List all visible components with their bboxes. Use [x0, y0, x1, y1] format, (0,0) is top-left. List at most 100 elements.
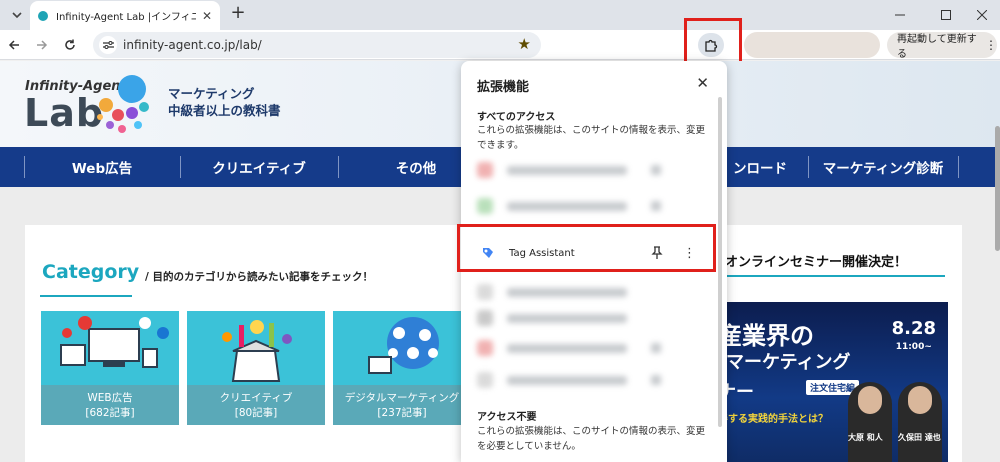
extension-name-blurred	[507, 343, 627, 353]
banner-date: 8.28 11:00~	[892, 320, 936, 356]
tagline-line-2: 中級者以上の教科書	[168, 103, 281, 118]
nav-divider	[958, 156, 959, 178]
full-access-description: これらの拡張機能は、このサイトの情報を表示、変更できます。	[477, 125, 706, 151]
speaker-name: 久保田 達也	[898, 433, 941, 442]
popup-scrollbar[interactable]	[718, 97, 722, 427]
extension-icon	[477, 162, 493, 178]
extension-name-blurred	[507, 201, 627, 211]
speaker-photo	[848, 382, 892, 462]
tab-search-button[interactable]	[6, 4, 28, 26]
extension-name-blurred	[507, 313, 627, 323]
back-button[interactable]	[3, 34, 25, 56]
speaker-photo	[898, 382, 942, 462]
relaunch-update-button[interactable]: 再起動して更新する ⋮	[887, 32, 997, 60]
popup-close-button[interactable]: ✕	[696, 74, 709, 92]
seminar-underline	[723, 275, 945, 277]
extension-icon	[477, 372, 493, 388]
seminar-heading: オンラインセミナー開催決定！	[725, 255, 908, 270]
extension-name-blurred	[507, 165, 627, 175]
category-name: デジタルマーケティング	[344, 392, 460, 404]
banner-line-1: 産業界の	[718, 322, 814, 350]
banner-line-2: ルマーケティング	[708, 352, 851, 373]
speaker-face	[858, 386, 882, 414]
pin-icon	[651, 201, 661, 211]
minimize-button[interactable]	[880, 0, 920, 30]
speaker-face	[908, 386, 932, 414]
back-arrow-icon	[8, 40, 19, 50]
tab-title: Infinity-Agent Lab |インフィニティエ	[56, 12, 196, 23]
extension-name-blurred	[507, 287, 627, 297]
extension-icon	[477, 340, 493, 356]
forward-arrow-icon	[37, 40, 48, 50]
relaunch-label: 再起動して更新する	[897, 34, 977, 60]
banner-date-text: 8.28	[891, 318, 936, 339]
web-ads-illustration-icon	[41, 311, 179, 385]
banner-time: 11:00~	[895, 342, 932, 352]
maximize-button[interactable]	[926, 0, 966, 30]
seminar-banner[interactable]: 産業界の ルマーケティング ミナー 注文住宅編 改善する実践的手法とは？ 8.2…	[696, 302, 948, 462]
browser-tab[interactable]: Infinity-Agent Lab |インフィニティエ ✕	[30, 1, 220, 30]
extension-row-blurred[interactable]	[477, 309, 687, 327]
kebab-icon: ⋮	[985, 38, 997, 52]
category-title: Category	[42, 261, 140, 283]
profile-area[interactable]	[744, 32, 880, 58]
close-window-button[interactable]	[962, 0, 1000, 30]
nav-item-web-ads[interactable]: Web広告	[24, 147, 180, 187]
full-access-heading: すべてのアクセス	[477, 112, 556, 123]
site-info-button[interactable]	[99, 36, 117, 54]
category-name: クリエイティブ	[219, 392, 293, 404]
extension-row-blurred[interactable]	[477, 197, 687, 215]
tagline-line-1: マーケティング	[168, 86, 255, 101]
tab-favicon	[38, 10, 48, 21]
logo-dots-icon	[97, 75, 149, 133]
reload-icon	[65, 39, 75, 50]
extension-icon	[477, 284, 493, 300]
bookmark-star-icon[interactable]: ★	[518, 35, 531, 53]
extension-row-blurred[interactable]	[477, 339, 687, 357]
creative-illustration-icon	[187, 311, 325, 385]
extension-row-blurred[interactable]	[477, 161, 687, 179]
extension-icon	[477, 198, 493, 214]
browser-toolbar: infinity-agent.co.jp/lab/ ★ 再起動して更新する ⋮	[0, 30, 1000, 60]
reload-button[interactable]	[59, 34, 81, 56]
site-info-icon	[102, 41, 114, 49]
category-count: [237記事]	[377, 407, 427, 419]
category-tile-digital-marketing[interactable]: デジタルマーケティング [237記事]	[333, 311, 471, 425]
digital-marketing-illustration-icon	[333, 311, 471, 385]
tab-strip: Infinity-Agent Lab |インフィニティエ ✕ +	[0, 0, 1000, 30]
pin-icon	[651, 165, 661, 175]
site-tagline: マーケティング 中級者以上の教科書	[168, 85, 281, 119]
new-tab-button[interactable]: +	[228, 2, 248, 23]
extension-row-blurred[interactable]	[477, 371, 687, 389]
extension-icon	[477, 310, 493, 326]
category-count: [80記事]	[234, 407, 278, 419]
maximize-icon	[941, 10, 951, 20]
pin-icon	[651, 343, 661, 353]
highlight-extensions-button	[684, 18, 742, 67]
category-subtitle: / 目的のカテゴリから読みたい記事をチェック！	[145, 271, 373, 283]
page-scrollbar[interactable]	[995, 126, 1000, 251]
no-access-description: これらの拡張機能は、このサイトの情報の表示、変更を必要としていません。	[477, 426, 706, 452]
speaker-name: 大原 和人	[848, 433, 883, 442]
address-bar[interactable]: infinity-agent.co.jp/lab/ ★	[93, 32, 541, 58]
category-name: WEB広告	[87, 392, 133, 404]
tab-close-button[interactable]: ✕	[202, 9, 212, 23]
category-label: デジタルマーケティング [237記事]	[333, 385, 471, 425]
category-tile-creative[interactable]: クリエイティブ [80記事]	[187, 311, 325, 425]
category-count: [682記事]	[85, 407, 135, 419]
extension-name-blurred	[507, 375, 627, 385]
category-tile-web-ads[interactable]: WEB広告 [682記事]	[41, 311, 179, 425]
nav-item-creative[interactable]: クリエイティブ	[180, 147, 338, 187]
extension-row-blurred[interactable]	[477, 283, 687, 301]
category-label: クリエイティブ [80記事]	[187, 385, 325, 425]
no-access-heading: アクセス不要	[477, 412, 537, 423]
forward-button[interactable]	[31, 34, 53, 56]
nav-item-marketing-diagnosis[interactable]: マーケティング診断	[808, 147, 958, 187]
url-text: infinity-agent.co.jp/lab/	[123, 38, 262, 52]
minimize-icon	[895, 14, 905, 16]
category-label: WEB広告 [682記事]	[41, 385, 179, 425]
close-icon	[977, 10, 987, 20]
highlight-tag-assistant-row	[457, 224, 716, 272]
pin-icon	[651, 375, 661, 385]
popup-title: 拡張機能	[477, 80, 530, 95]
